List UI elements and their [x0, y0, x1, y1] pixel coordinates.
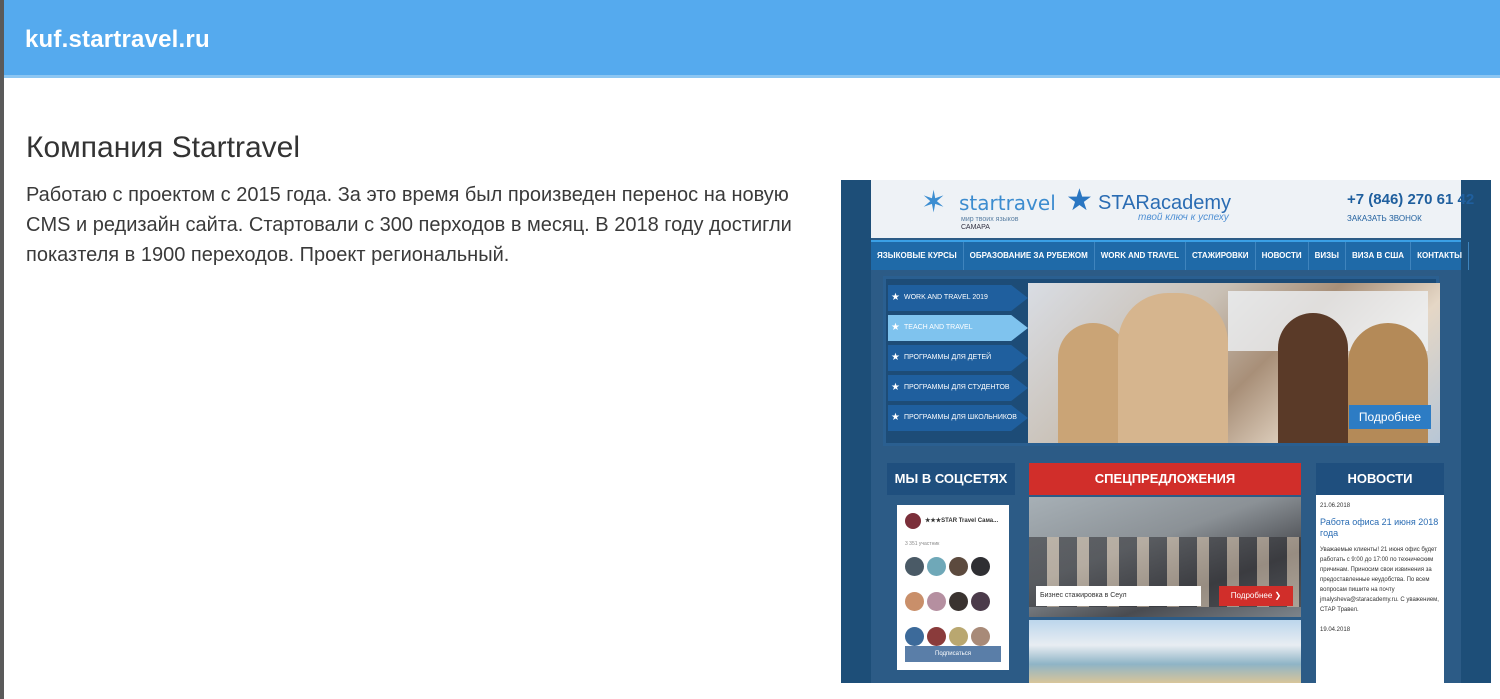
subscribe-button: Подписаться: [905, 646, 1001, 662]
menu-item: КОНТАКТЫ: [1411, 242, 1469, 270]
top-bar: kuf.startravel.ru: [4, 0, 1500, 78]
avatar: [971, 557, 990, 576]
site-title[interactable]: kuf.startravel.ru: [25, 26, 210, 54]
site-menu: ЯЗЫКОВЫЕ КУРСЫ ОБРАЗОВАНИЕ ЗА РУБЕЖОМ WO…: [871, 240, 1469, 270]
social-heading: МЫ В СОЦСЕТЯХ: [887, 463, 1015, 495]
graduation-star-icon: ★: [1066, 184, 1093, 217]
site-header: ✶ startravel мир твоих языков САМАРА ★ S…: [871, 180, 1474, 238]
city-beach-photo: [1029, 620, 1301, 683]
page-title: Компания Startravel: [26, 131, 300, 164]
phone-number: +7 (846) 270 61 42: [1347, 191, 1475, 208]
program-item: WORK AND TRAVEL 2019: [888, 285, 1028, 311]
member-count: 3 351 участник: [905, 541, 940, 547]
city-label: САМАРА: [961, 224, 990, 231]
group-avatar: [905, 513, 921, 529]
avatar: [927, 592, 946, 611]
avatar: [949, 592, 968, 611]
avatar: [905, 627, 924, 646]
menu-item: WORK AND TRAVEL: [1095, 242, 1186, 270]
menu-item: ВИЗЫ: [1309, 242, 1346, 270]
program-item: ПРОГРАММЫ ДЛЯ ДЕТЕЙ: [888, 345, 1028, 371]
project-description: Работаю с проектом с 2015 года. За это в…: [26, 184, 792, 266]
teacher-figure: [1118, 293, 1228, 443]
news-heading: НОВОСТИ: [1316, 463, 1444, 495]
startravel-logo-slogan: мир твоих языков: [961, 216, 1019, 223]
menu-item: СТАЖИРОВКИ: [1186, 242, 1256, 270]
special-offer-caption: Бизнес стажировка в Сеул: [1036, 586, 1201, 606]
group-name: ★★★STAR Travel Сама...: [925, 518, 999, 524]
avatar: [971, 627, 990, 646]
program-list: WORK AND TRAVEL 2019 TEACH AND TRAVEL ПР…: [888, 285, 1028, 435]
avatar: [927, 627, 946, 646]
news-body: Уважаемые клиенты! 21 июня офис будет ра…: [1320, 547, 1439, 613]
website-screenshot: ✶ startravel мир твоих языков САМАРА ★ S…: [841, 180, 1491, 683]
startravel-logo-text: startravel: [959, 191, 1056, 215]
student-figure: [1278, 313, 1348, 443]
avatar: [905, 557, 924, 576]
menu-item: ВИЗА В США: [1346, 242, 1412, 270]
hero-banner: WORK AND TRAVEL 2019 TEACH AND TRAVEL ПР…: [883, 276, 1440, 446]
more-button: Подробнее: [1349, 405, 1431, 429]
callback-link: ЗАКАЗАТЬ ЗВОНОК: [1347, 214, 1422, 223]
avatar: [949, 627, 968, 646]
menu-item: ОБРАЗОВАНИЕ ЗА РУБЕЖОМ: [964, 242, 1095, 270]
program-item: TEACH AND TRAVEL: [888, 315, 1028, 341]
program-item: ПРОГРАММЫ ДЛЯ СТУДЕНТОВ: [888, 375, 1028, 401]
menu-item: НОВОСТИ: [1256, 242, 1309, 270]
star-icon: ✶: [921, 186, 947, 219]
special-offer-button: Подробнее ❯: [1219, 586, 1293, 606]
menu-item: ЯЗЫКОВЫЕ КУРСЫ: [871, 242, 964, 270]
news-date: 21.06.2018: [1320, 503, 1351, 509]
news-headline: Работа офиса 21 июня 2018 года: [1320, 517, 1439, 538]
avatar: [905, 592, 924, 611]
avatar: [971, 592, 990, 611]
special-offers-heading: СПЕЦПРЕДЛОЖЕНИЯ: [1029, 463, 1301, 495]
news-panel: 21.06.2018 Работа офиса 21 июня 2018 год…: [1316, 495, 1444, 683]
social-widget: ★★★STAR Travel Сама... 3 351 участник По…: [897, 505, 1009, 670]
staracademy-logo-slogan: твой ключ к успеху: [1138, 212, 1229, 223]
avatar: [949, 557, 968, 576]
program-item: ПРОГРАММЫ ДЛЯ ШКОЛЬНИКОВ: [888, 405, 1028, 431]
page: kuf.startravel.ru Компания Startravel Ра…: [4, 0, 1500, 699]
news-date: 19.04.2018: [1320, 627, 1351, 633]
avatar: [927, 557, 946, 576]
